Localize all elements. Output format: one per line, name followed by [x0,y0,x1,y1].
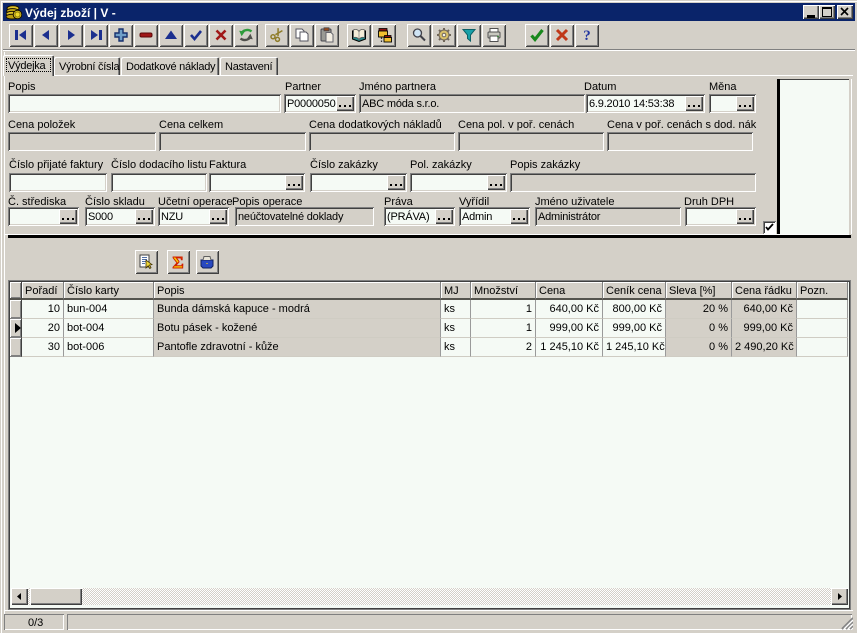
svg-text:Σ: Σ [172,254,183,270]
svg-text:?: ? [583,28,591,43]
